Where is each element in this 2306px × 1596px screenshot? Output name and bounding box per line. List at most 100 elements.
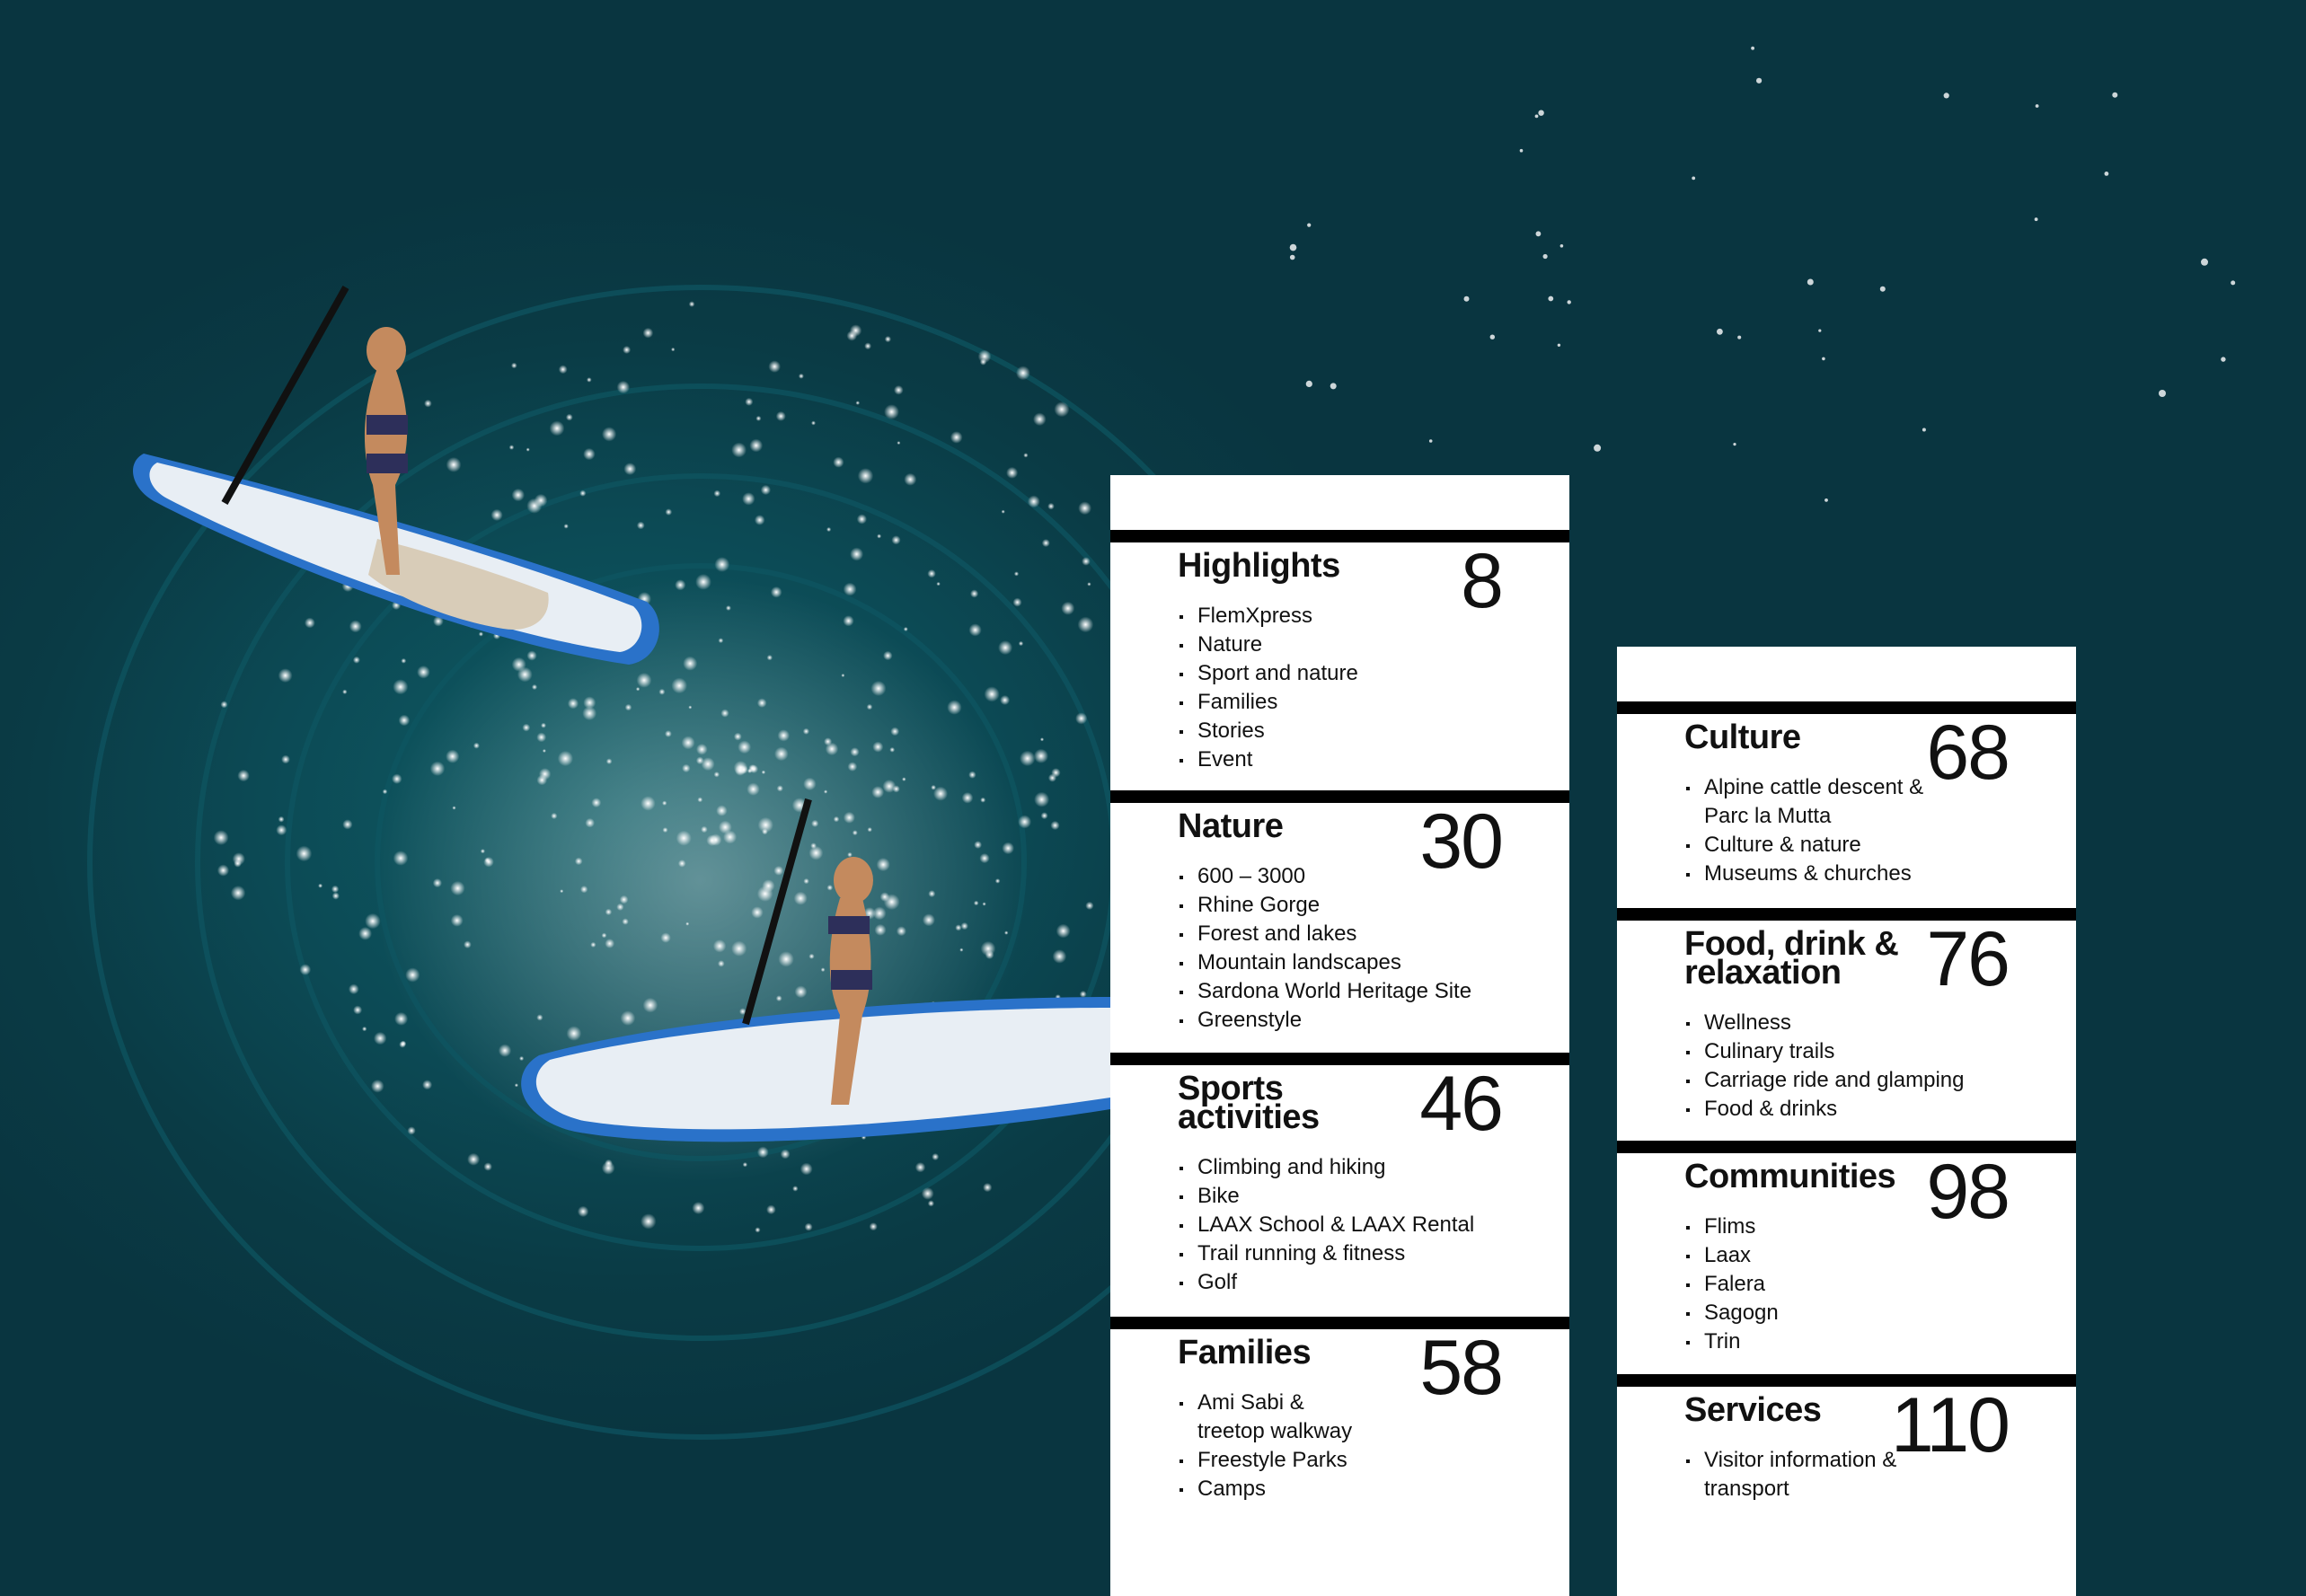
sparkle [1534, 114, 1539, 119]
sparkle [847, 762, 858, 772]
sparkle [574, 857, 583, 866]
sparkle [677, 860, 686, 868]
sparkle [980, 797, 986, 803]
sparkle [424, 399, 432, 408]
sparkle [671, 347, 676, 352]
sparkle [601, 1161, 615, 1175]
topic-item[interactable]: Mountain landscapes [1178, 948, 1519, 977]
topic-item[interactable]: Rhine Gorge [1178, 891, 1519, 920]
sparkle [932, 1153, 940, 1160]
section-topic-list: Wellness Culinary trails Carriage ride and… [1684, 1009, 2026, 1124]
topic-item[interactable]: Trail running & fitness [1178, 1239, 1519, 1268]
sparkle [1807, 278, 1814, 286]
topic-item[interactable]: Golf [1178, 1268, 1519, 1297]
topic-item[interactable]: Sagogn [1684, 1299, 2026, 1327]
topic-item[interactable]: Falera [1684, 1270, 2026, 1299]
section-title: Communities [1684, 1158, 1896, 1195]
sparkle [749, 764, 759, 774]
topic-item[interactable]: Stories [1178, 717, 1519, 745]
topic-item[interactable]: Greenstyle [1178, 1006, 1519, 1035]
sparkle [731, 940, 747, 957]
sparkle [1047, 773, 1057, 782]
sparkle [692, 1202, 705, 1214]
topic-item[interactable]: Ami Sabi & treetop walkway [1178, 1389, 1366, 1446]
contents-column-right: Culture 68 Alpine cattle descent & Parc la… [1617, 647, 2076, 1596]
sparkle [1012, 597, 1022, 607]
sparkle [756, 1146, 769, 1159]
sparkle [955, 924, 962, 931]
sparkle [278, 668, 293, 683]
sparkle [824, 789, 828, 794]
sparkle [407, 1126, 416, 1135]
sparkle [1034, 791, 1050, 807]
sparkle [446, 457, 462, 472]
topic-item[interactable]: Camps [1178, 1475, 1366, 1503]
topic-item[interactable]: Trin [1684, 1327, 2026, 1356]
sparkle [773, 866, 784, 876]
topic-item[interactable]: Freestyle Parks [1178, 1446, 1366, 1475]
topic-item[interactable]: Culinary trails [1684, 1037, 2026, 1066]
sparkle [1020, 750, 1036, 767]
topic-item[interactable]: Food & drinks [1684, 1095, 2026, 1124]
topic-item[interactable]: Museums & churches [1684, 860, 1954, 888]
topic-item[interactable]: FlemXpress [1178, 602, 1519, 630]
topic-item[interactable]: Wellness [1684, 1009, 2026, 1037]
sparkle [947, 700, 962, 715]
sparkle [467, 1152, 481, 1166]
sparkle [541, 722, 546, 728]
sparkle [810, 842, 817, 850]
topic-item[interactable]: Culture & nature [1684, 831, 1954, 860]
topic-item[interactable]: Flims [1684, 1212, 2026, 1241]
sparkle [871, 786, 885, 798]
sparkle [1594, 444, 1602, 452]
sparkle [903, 627, 908, 631]
topic-item[interactable]: LAAX School & LAAX Rental [1178, 1211, 1519, 1239]
sparkle [897, 441, 901, 445]
topic-item[interactable]: Bike [1178, 1182, 1519, 1211]
sparkle [751, 906, 764, 919]
sparkle [641, 796, 656, 811]
sparkle [1943, 93, 1949, 99]
topic-item[interactable]: Visitor information & transport [1684, 1446, 1927, 1503]
sparkle [803, 877, 809, 885]
topic-item[interactable]: Nature [1178, 630, 1519, 659]
sparkle [587, 377, 592, 383]
topic-item[interactable]: Alpine cattle descent & Parc la Mutta [1684, 773, 1954, 831]
sparkle [2159, 390, 2166, 397]
topic-item[interactable]: Sardona World Heritage Site [1178, 977, 1519, 1006]
sparkle [870, 681, 887, 696]
topic-item[interactable]: Event [1178, 745, 1519, 774]
sparkle [747, 782, 760, 796]
topic-item[interactable]: Families [1178, 688, 1519, 717]
sparkle [1082, 557, 1091, 566]
section-topic-list: 600 – 3000 Rhine Gorge Forest and lakes Mou… [1178, 862, 1519, 1035]
sparkle [982, 902, 986, 906]
sparkle [352, 656, 360, 664]
topic-item[interactable]: Forest and lakes [1178, 920, 1519, 948]
sparkle [392, 773, 402, 784]
topic-item[interactable]: Climbing and hiking [1178, 1153, 1519, 1182]
sparkle [884, 336, 892, 343]
topic-item[interactable]: Sport and nature [1178, 659, 1519, 688]
sparkle [318, 883, 323, 888]
sparkle [542, 749, 546, 753]
sparkle [710, 833, 722, 846]
sparkle [1428, 439, 1433, 443]
sparkle [882, 780, 897, 793]
sparkle [230, 886, 246, 901]
topic-item[interactable]: 600 – 3000 [1178, 862, 1519, 891]
topic-item[interactable]: Carriage ride and glamping [1684, 1066, 2026, 1095]
sparkle [526, 650, 537, 661]
sparkle [480, 849, 486, 854]
sparkle [1000, 695, 1011, 705]
sparkle [688, 705, 693, 710]
topic-item[interactable]: Laax [1684, 1241, 2026, 1270]
sparkle [718, 820, 732, 834]
sparkle [718, 960, 725, 967]
sparkle [866, 703, 873, 710]
sparkle [1538, 110, 1544, 116]
sparkle [890, 727, 900, 736]
sparkle [281, 754, 290, 764]
sparkle [803, 777, 817, 791]
sparkle [605, 908, 613, 916]
